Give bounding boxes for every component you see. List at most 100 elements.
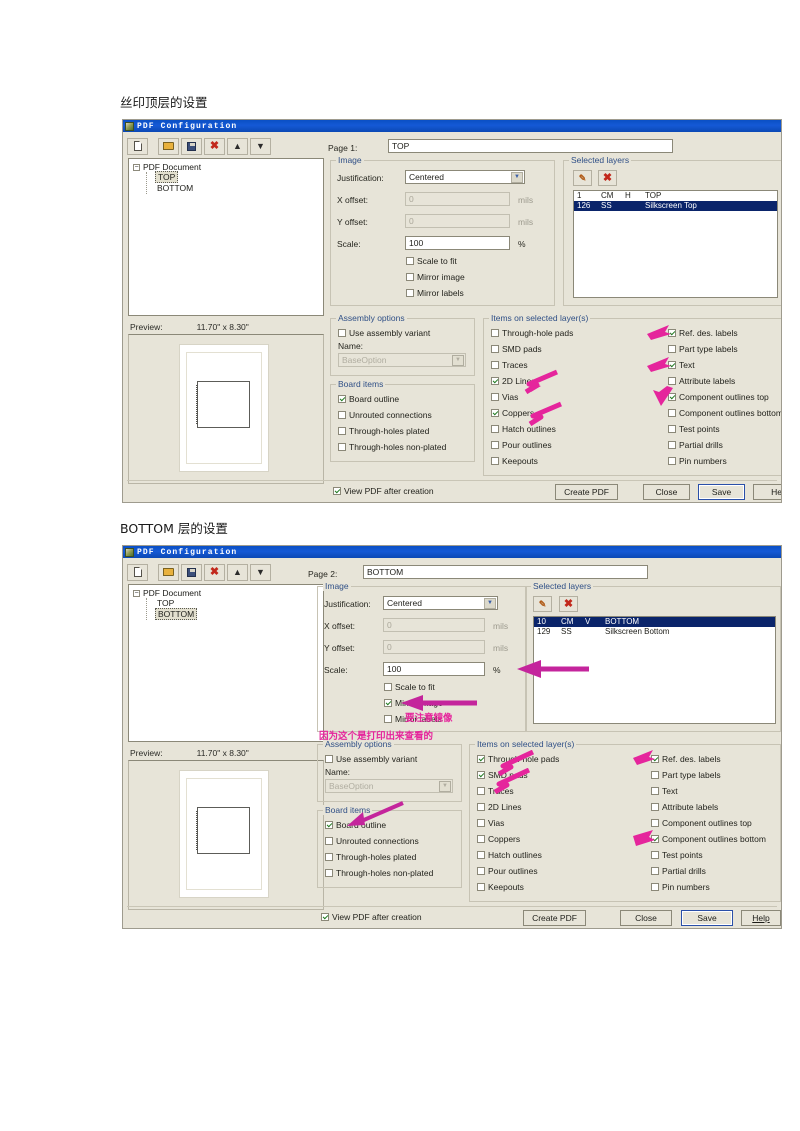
- title-bar[interactable]: PDF Configuration: [123, 546, 781, 558]
- pour-outlines-checkbox[interactable]: Pour outlines: [477, 866, 538, 876]
- mirror-image-checkbox[interactable]: Mirror image: [384, 698, 443, 708]
- component-outlines-bottom-checkbox[interactable]: Component outlines bottom: [668, 408, 781, 418]
- xoffset-input[interactable]: 0: [383, 618, 485, 632]
- variant-name-select[interactable]: BaseOption ▼: [338, 353, 466, 367]
- vias-checkbox[interactable]: Vias: [491, 392, 518, 402]
- tree-root-pdf-document[interactable]: − PDF Document: [133, 588, 323, 598]
- attribute-labels-checkbox[interactable]: Attribute labels: [668, 376, 735, 386]
- keepouts-checkbox[interactable]: Keepouts: [477, 882, 524, 892]
- through-holes-non-plated-checkbox[interactable]: Through-holes non-plated: [338, 442, 446, 452]
- attribute-labels-checkbox[interactable]: Attribute labels: [651, 802, 718, 812]
- open-button[interactable]: [158, 137, 179, 155]
- test-points-checkbox[interactable]: Test points: [668, 424, 720, 434]
- layers-row[interactable]: 129 SS Silkscreen Bottom: [534, 627, 775, 637]
- move-down-button[interactable]: ▼: [250, 563, 271, 581]
- tree-item-top[interactable]: TOP: [133, 171, 323, 183]
- pour-outlines-checkbox[interactable]: Pour outlines: [491, 440, 552, 450]
- board-outline-checkbox[interactable]: Board outline: [338, 394, 399, 404]
- keepouts-checkbox[interactable]: Keepouts: [491, 456, 538, 466]
- partial-drills-checkbox[interactable]: Partial drills: [668, 440, 723, 450]
- move-up-button[interactable]: ▲: [227, 563, 248, 581]
- help-button[interactable]: He: [753, 484, 781, 500]
- open-button[interactable]: [158, 563, 179, 581]
- justification-select[interactable]: Centered ▼: [383, 596, 498, 610]
- text-checkbox[interactable]: Text: [668, 360, 695, 370]
- scale-input[interactable]: 100: [383, 662, 485, 676]
- pin-numbers-checkbox[interactable]: Pin numbers: [668, 456, 727, 466]
- page-name-input[interactable]: TOP: [388, 139, 673, 153]
- ref-des-labels-checkbox[interactable]: Ref. des. labels: [668, 328, 738, 338]
- xoffset-input[interactable]: 0: [405, 192, 510, 206]
- document-tree[interactable]: − PDF Document TOP BOTTOM: [128, 584, 324, 742]
- component-outlines-top-checkbox[interactable]: Component outlines top: [668, 392, 769, 402]
- text-checkbox[interactable]: Text: [651, 786, 678, 796]
- scale-to-fit-checkbox[interactable]: Scale to fit: [406, 256, 457, 266]
- through-holes-non-plated-checkbox[interactable]: Through-holes non-plated: [325, 868, 433, 878]
- part-type-labels-checkbox[interactable]: Part type labels: [668, 344, 738, 354]
- pin-numbers-checkbox[interactable]: Pin numbers: [651, 882, 710, 892]
- partial-drills-checkbox[interactable]: Partial drills: [651, 866, 706, 876]
- hatch-outlines-checkbox[interactable]: Hatch outlines: [491, 424, 556, 434]
- through-holes-plated-checkbox[interactable]: Through-holes plated: [325, 852, 416, 862]
- tree-collapse-icon[interactable]: −: [133, 163, 140, 171]
- vias-checkbox[interactable]: Vias: [477, 818, 504, 828]
- mirror-image-checkbox[interactable]: Mirror image: [406, 272, 465, 282]
- move-down-button[interactable]: ▼: [250, 137, 271, 155]
- new-button[interactable]: [127, 137, 148, 155]
- use-assembly-variant-checkbox[interactable]: Use assembly variant: [325, 754, 417, 764]
- chevron-down-icon[interactable]: ▼: [439, 781, 451, 792]
- through-holes-plated-checkbox[interactable]: Through-holes plated: [338, 426, 429, 436]
- view-pdf-after-creation-checkbox[interactable]: View PDF after creation: [333, 486, 434, 496]
- mirror-labels-checkbox[interactable]: Mirror labels: [406, 288, 464, 298]
- yoffset-input[interactable]: 0: [383, 640, 485, 654]
- scale-input[interactable]: 100: [405, 236, 510, 250]
- layers-list[interactable]: 10 CM V BOTTOM 129 SS Silkscreen Bottom: [533, 616, 776, 724]
- chevron-down-icon[interactable]: ▼: [484, 598, 496, 609]
- delete-layer-button[interactable]: ✖: [559, 596, 578, 612]
- view-pdf-after-creation-checkbox[interactable]: View PDF after creation: [321, 912, 422, 922]
- 2d-lines-checkbox[interactable]: 2D Lines: [491, 376, 536, 386]
- test-points-checkbox[interactable]: Test points: [651, 850, 703, 860]
- edit-layer-button[interactable]: ✎: [533, 596, 552, 612]
- tree-collapse-icon[interactable]: −: [133, 589, 140, 597]
- chevron-down-icon[interactable]: ▼: [452, 355, 464, 366]
- help-button[interactable]: Help: [741, 910, 781, 926]
- create-pdf-button[interactable]: Create PDF: [555, 484, 618, 500]
- title-bar[interactable]: PDF Configuration: [123, 120, 781, 132]
- smd-pads-checkbox[interactable]: SMD pads: [477, 770, 528, 780]
- delete-button[interactable]: ✖: [204, 137, 225, 155]
- through-hole-pads-checkbox[interactable]: Through-hole pads: [491, 328, 573, 338]
- tree-item-bottom[interactable]: BOTTOM: [133, 183, 323, 194]
- traces-checkbox[interactable]: Traces: [491, 360, 528, 370]
- save-button[interactable]: [181, 563, 202, 581]
- coppers-checkbox[interactable]: Coppers: [491, 408, 534, 418]
- 2d-lines-checkbox[interactable]: 2D Lines: [477, 802, 522, 812]
- edit-layer-button[interactable]: ✎: [573, 170, 592, 186]
- new-button[interactable]: [127, 563, 148, 581]
- board-outline-checkbox[interactable]: Board outline: [325, 820, 386, 830]
- close-button[interactable]: Close: [620, 910, 672, 926]
- chevron-down-icon[interactable]: ▼: [511, 172, 523, 183]
- coppers-checkbox[interactable]: Coppers: [477, 834, 520, 844]
- unrouted-connections-checkbox[interactable]: Unrouted connections: [325, 836, 419, 846]
- save-button[interactable]: [181, 137, 202, 155]
- layers-row[interactable]: 126 SS Silkscreen Top: [574, 201, 777, 211]
- traces-checkbox[interactable]: Traces: [477, 786, 514, 796]
- use-assembly-variant-checkbox[interactable]: Use assembly variant: [338, 328, 430, 338]
- delete-button[interactable]: ✖: [204, 563, 225, 581]
- page-name-input[interactable]: BOTTOM: [363, 565, 648, 579]
- smd-pads-checkbox[interactable]: SMD pads: [491, 344, 542, 354]
- move-up-button[interactable]: ▲: [227, 137, 248, 155]
- delete-layer-button[interactable]: ✖: [598, 170, 617, 186]
- tree-item-bottom[interactable]: BOTTOM: [133, 608, 323, 620]
- layers-list[interactable]: 1 CM H TOP 126 SS Silkscreen Top: [573, 190, 778, 298]
- ref-des-labels-checkbox[interactable]: Ref. des. labels: [651, 754, 721, 764]
- through-hole-pads-checkbox[interactable]: Through-hole pads: [477, 754, 559, 764]
- layers-row[interactable]: 1 CM H TOP: [574, 191, 777, 201]
- save-dialog-button[interactable]: Save: [681, 910, 733, 926]
- component-outlines-top-checkbox[interactable]: Component outlines top: [651, 818, 752, 828]
- part-type-labels-checkbox[interactable]: Part type labels: [651, 770, 721, 780]
- unrouted-connections-checkbox[interactable]: Unrouted connections: [338, 410, 432, 420]
- component-outlines-bottom-checkbox[interactable]: Component outlines bottom: [651, 834, 766, 844]
- scale-to-fit-checkbox[interactable]: Scale to fit: [384, 682, 435, 692]
